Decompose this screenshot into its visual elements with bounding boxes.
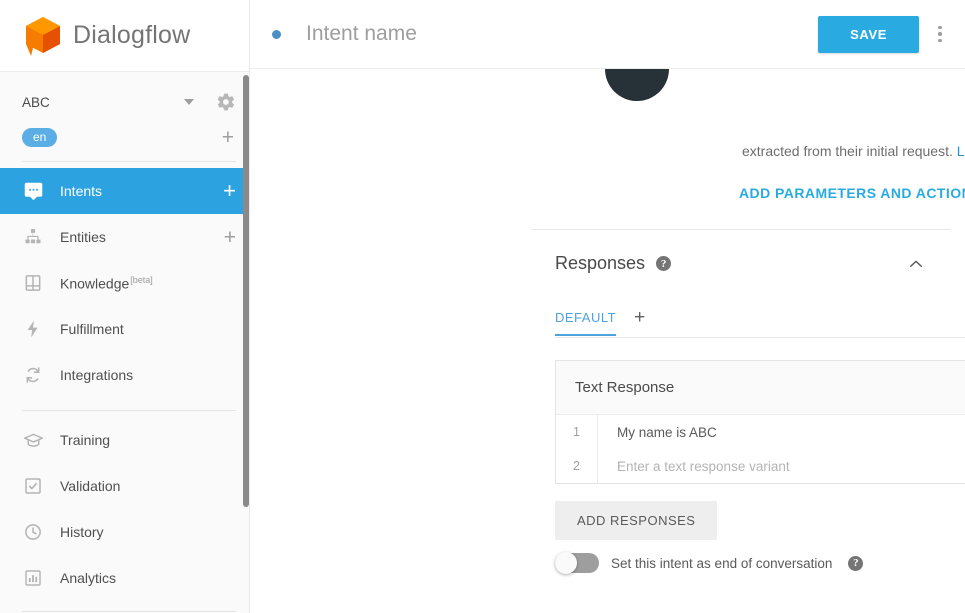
main-panel: Intent name SAVE extracted from their in… [250,0,965,613]
learn-more-link[interactable]: Learn more [957,143,965,159]
sidebar-item-history[interactable]: History [0,509,250,555]
sidebar-item-training[interactable]: Training [0,417,250,463]
brand-name: Dialogflow [73,21,191,49]
add-response-tab-icon[interactable]: + [634,307,645,336]
refresh-icon [22,364,44,386]
language-chip[interactable]: en [22,127,58,147]
beta-badge: [beta] [130,274,153,285]
sidebar-divider-mid [22,410,236,411]
responses-section-rule [532,229,951,230]
agent-name: ABC [22,94,50,110]
language-row: en + [0,120,250,154]
chevron-up-icon[interactable] [907,255,925,273]
response-row[interactable]: 1 My name is ABC [556,415,965,449]
sidebar-item-entities[interactable]: Entities + [0,214,250,260]
bolt-icon [22,318,44,340]
toggle-knob [555,552,577,574]
add-parameters-and-action-button[interactable]: ADD PARAMETERS AND ACTION [739,185,965,201]
chat-bubble-icon [22,180,44,202]
bar-chart-icon [22,567,44,589]
agent-selector[interactable]: ABC [0,84,250,120]
end-of-conversation-label: Set this intent as end of conversation [611,555,833,571]
top-bar: Intent name SAVE [250,0,965,69]
sidebar-item-label: Entities [60,229,106,245]
checkbox-icon [22,475,44,497]
text-response-card-header: Text Response [556,361,965,415]
sidebar-item-fulfillment[interactable]: Fulfillment [0,306,250,352]
sidebar-item-label: Fulfillment [60,321,124,337]
content-area: extracted from their initial request. Le… [250,69,965,613]
sidebar-item-label: Validation [60,478,121,494]
sidebar-item-label: Knowledge[beta] [60,275,236,292]
tabs-rule [555,337,965,338]
intent-name-input[interactable]: Intent name [306,22,818,46]
status-dot-icon [272,29,281,39]
kebab-menu-icon[interactable] [929,25,951,43]
chevron-down-icon[interactable] [184,99,194,105]
book-icon [22,272,44,294]
text-response-title: Text Response [575,379,675,396]
add-language-icon[interactable]: + [222,127,234,148]
help-icon[interactable]: ? [848,555,864,571]
dialogflow-logo-icon [22,14,64,58]
tab-default[interactable]: DEFAULT [555,310,617,336]
clipped-avatar [605,69,669,101]
sidebar-item-label: History [60,524,104,540]
help-icon[interactable]: ? [656,256,672,271]
sidebar-item-intents[interactable]: Intents + [0,168,250,214]
response-row-input[interactable]: Enter a text response variant [598,459,965,474]
intro-text-body: extracted from their initial request. [742,143,953,159]
response-tabs: DEFAULT + [555,307,645,336]
sidebar-item-analytics[interactable]: Analytics [0,555,250,601]
response-row-number: 2 [556,449,598,483]
responses-section-header: Responses ? [555,253,925,274]
sidebar-item-label: Intents [60,183,103,199]
hierarchy-icon [22,226,44,248]
brand-header: Dialogflow [0,0,250,72]
sidebar-item-knowledge[interactable]: Knowledge[beta] [0,260,250,306]
sidebar-item-integrations[interactable]: Integrations [0,352,250,398]
save-button[interactable]: SAVE [818,15,919,53]
add-responses-button[interactable]: ADD RESPONSES [555,501,718,540]
sidebar-divider-top [22,161,236,162]
sidebar-item-validation[interactable]: Validation [0,463,250,509]
response-row-text[interactable]: My name is ABC [598,425,965,440]
response-row[interactable]: 2 Enter a text response variant [556,449,965,483]
sidebar-item-label: Training [60,432,111,448]
end-of-conversation-toggle[interactable] [555,552,599,574]
add-entity-icon[interactable]: + [224,227,236,248]
graduation-cap-icon [22,429,44,451]
end-of-conversation-row: Set this intent as end of conversation ? [555,552,864,574]
responses-title: Responses [555,253,646,273]
sidebar-item-label: Analytics [60,570,117,586]
response-row-number: 1 [556,415,598,449]
text-response-card: Text Response 1 My name is ABC 2 Enter a… [555,360,965,484]
intro-text: extracted from their initial request. Le… [742,143,965,159]
sidebar-item-label: Integrations [60,367,134,383]
knowledge-text: Knowledge [60,275,130,292]
sidebar: Dialogflow ABC en + Intents + Entities +… [0,0,250,613]
sidebar-divider-bottom [22,611,236,612]
gear-icon[interactable] [216,92,236,112]
add-intent-icon[interactable]: + [223,180,236,202]
clock-icon [22,521,44,543]
